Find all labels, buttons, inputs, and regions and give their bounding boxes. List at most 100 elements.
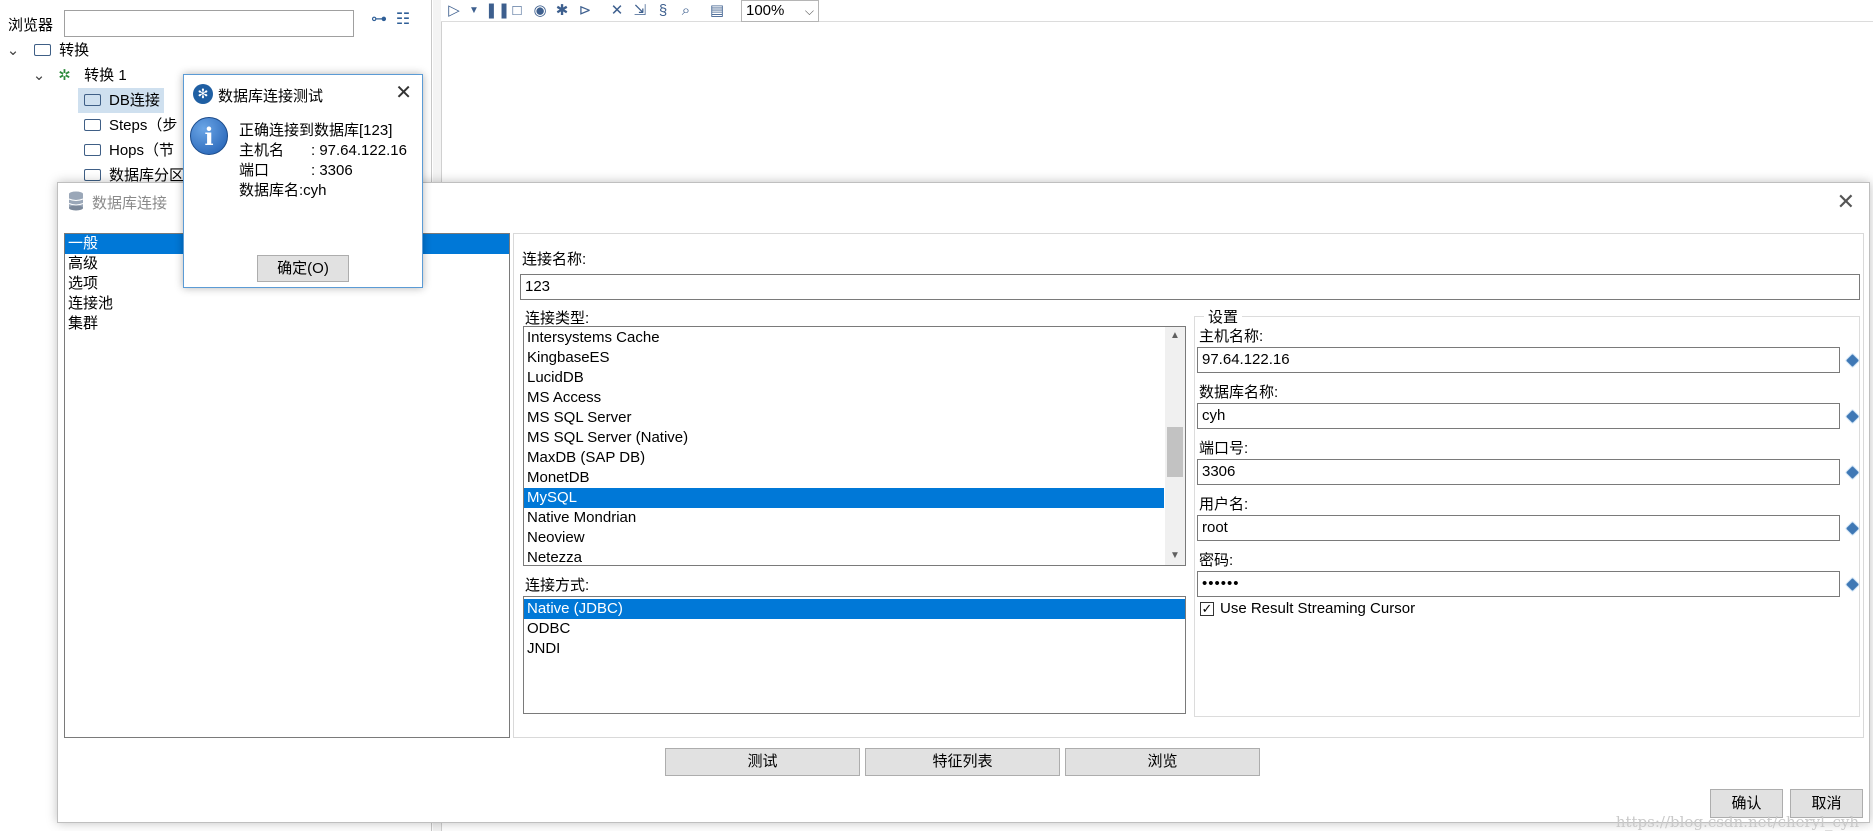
tree-item-transform[interactable]: ⌄ 转换	[4, 38, 89, 63]
port-input[interactable]: 3306	[1197, 459, 1840, 485]
explorer-search-input[interactable]	[64, 10, 354, 37]
impact-icon[interactable]: ⇲	[630, 1, 650, 21]
connection-type-item[interactable]: MS Access	[524, 388, 1164, 408]
results-icon[interactable]: ▤	[707, 1, 727, 21]
category-pooling[interactable]: 连接池	[65, 294, 509, 314]
username-input[interactable]: root	[1197, 515, 1840, 541]
connection-name-label: 连接名称:	[522, 251, 587, 268]
message-host: 主机名 : 97.64.122.16	[239, 141, 407, 161]
connection-type-item[interactable]: MaxDB (SAP DB)	[524, 448, 1164, 468]
port-val: : 3306	[311, 162, 353, 179]
tree-item-label: DB连接	[109, 92, 160, 109]
connection-type-item[interactable]: MySQL	[524, 488, 1164, 508]
folder-icon	[34, 44, 52, 56]
test-button[interactable]: 测试	[665, 748, 860, 776]
database-icon	[68, 191, 84, 211]
category-list[interactable]: 一般 高级 选项 连接池 集群	[64, 233, 510, 738]
connection-test-dialog: ✻ 数据库连接测试 ✕ i 正确连接到数据库[123] 主机名 : 97.64.1…	[183, 74, 423, 288]
verify-icon[interactable]: ✕	[607, 1, 627, 21]
run-icon[interactable]: ▷	[444, 1, 464, 21]
explore-button[interactable]: 浏览	[1065, 748, 1260, 776]
access-method-item[interactable]: Native (JDBC)	[524, 599, 1185, 619]
tree-item-label: Steps（步	[109, 117, 178, 134]
connection-type-item[interactable]: MonetDB	[524, 468, 1164, 488]
tree-item-db-connections[interactable]: DB连接	[78, 88, 164, 113]
explore-db-icon[interactable]: ⌕	[676, 1, 696, 21]
test-message: 正确连接到数据库[123] 主机名 : 97.64.122.16 端口 : 3306…	[239, 121, 407, 201]
popup-ok-button[interactable]: 确定(O)	[257, 255, 349, 282]
stop-icon[interactable]: □	[507, 1, 527, 21]
popup-title: 数据库连接测试	[218, 88, 324, 105]
explorer-title: 浏览器	[8, 17, 54, 34]
connection-type-item[interactable]: Native Mondrian	[524, 508, 1164, 528]
preview-icon[interactable]: ◉	[530, 1, 550, 21]
host-label: 主机名称:	[1199, 328, 1264, 345]
folder-icon	[84, 144, 101, 156]
connection-type-item[interactable]: Neoview	[524, 528, 1164, 548]
chevron-down-icon[interactable]: ⌄	[4, 38, 22, 63]
message-line: 正确连接到数据库[123]	[239, 122, 393, 139]
settings-group-label: 设置	[1204, 306, 1243, 327]
chevron-down-icon: ⌵	[804, 4, 814, 18]
connection-type-item[interactable]: Intersystems Cache	[524, 328, 1164, 348]
connection-type-list[interactable]: Intersystems Cache KingbaseES LucidDB MS Ac…	[523, 326, 1186, 566]
host-input[interactable]: 97.64.122.16	[1197, 347, 1840, 373]
tree-item-label: 转换 1	[84, 67, 127, 84]
access-method-item[interactable]: ODBC	[524, 619, 1185, 639]
tree-item-label: 转换	[59, 42, 90, 59]
message-db: 数据库名:cyh	[239, 182, 327, 199]
app-icon: ✻	[193, 84, 213, 104]
host-val: : 97.64.122.16	[311, 142, 407, 159]
connection-type-item[interactable]: KingbaseES	[524, 348, 1164, 368]
transform-icon: ✲	[58, 67, 71, 84]
info-icon: i	[190, 117, 228, 155]
database-name-input[interactable]: cyh	[1197, 403, 1840, 429]
host-key: 主机名	[239, 142, 285, 159]
port-label: 端口号:	[1199, 440, 1249, 457]
zoom-select[interactable]: 100% ⌵	[741, 0, 819, 22]
run-dropdown-icon[interactable]: ▼	[464, 1, 484, 21]
watermark: https://blog.csdn.net/cheryl_cyh	[1615, 813, 1859, 831]
close-icon[interactable]: ✕	[395, 80, 412, 105]
collapse-tree-icon[interactable]: ☷	[394, 11, 412, 29]
tree-item-hops[interactable]: Hops（节	[78, 138, 174, 163]
tree-item-label: Hops（节	[109, 142, 175, 159]
category-cluster[interactable]: 集群	[65, 314, 509, 334]
folder-icon	[84, 119, 101, 131]
port-key: 端口	[239, 162, 270, 179]
debug-icon[interactable]: ✱	[552, 1, 572, 21]
replay-icon[interactable]: ⊳	[575, 1, 595, 21]
pause-icon[interactable]: ❚❚	[485, 1, 510, 21]
general-panel: 连接名称: 123 连接类型: Intersystems Cache Kingba…	[513, 233, 1864, 738]
database-name-label: 数据库名称:	[1199, 384, 1279, 401]
folder-icon	[84, 94, 101, 106]
password-label: 密码:	[1199, 552, 1234, 569]
streaming-cursor-label: Use Result Streaming Cursor	[1220, 600, 1416, 617]
connection-type-item[interactable]: Netezza	[524, 548, 1164, 568]
sql-icon[interactable]: §	[653, 1, 673, 21]
password-input[interactable]: ••••••	[1197, 571, 1840, 597]
chevron-down-icon[interactable]: ⌄	[30, 63, 48, 88]
username-label: 用户名:	[1199, 496, 1249, 513]
dialog-title: 数据库连接	[92, 195, 168, 212]
access-method-list[interactable]: Native (JDBC) ODBC JNDI	[523, 596, 1186, 714]
tree-item-steps[interactable]: Steps（步	[78, 113, 177, 138]
feature-list-button[interactable]: 特征列表	[865, 748, 1060, 776]
scrollbar-thumb[interactable]	[1167, 427, 1183, 477]
access-method-item[interactable]: JNDI	[524, 639, 1185, 659]
streaming-cursor-checkbox[interactable]: ✓	[1200, 602, 1214, 616]
connection-type-item[interactable]: MS SQL Server (Native)	[524, 428, 1164, 448]
close-icon[interactable]: ✕	[1837, 189, 1855, 215]
connection-name-input[interactable]: 123	[520, 274, 1860, 300]
message-port: 端口 : 3306	[239, 161, 407, 181]
connection-type-item[interactable]: MS SQL Server	[524, 408, 1164, 428]
tree-item-transform-1[interactable]: ⌄ ✲ 转换 1	[30, 63, 127, 88]
folder-icon	[84, 169, 101, 181]
expand-tree-icon[interactable]: ⊶	[370, 11, 388, 29]
connection-type-item[interactable]: LucidDB	[524, 368, 1164, 388]
scroll-down-icon[interactable]: ▼	[1165, 547, 1185, 565]
connection-type-scrollbar[interactable]: ▲ ▼	[1165, 327, 1185, 565]
access-label: 连接方式:	[525, 577, 590, 594]
connection-type-label: 连接类型:	[525, 310, 590, 327]
scroll-up-icon[interactable]: ▲	[1165, 327, 1185, 345]
